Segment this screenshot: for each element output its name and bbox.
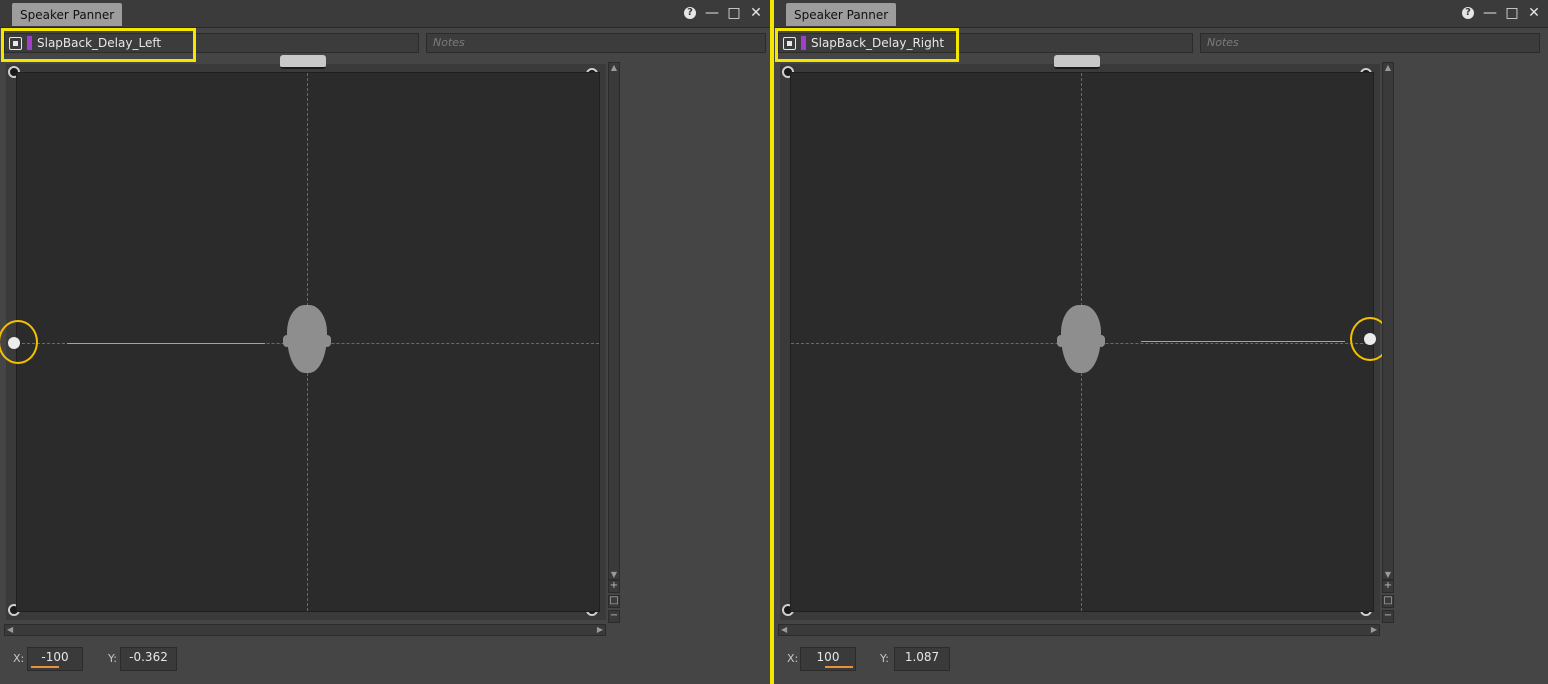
window-controls: ? — □ ✕ [682,4,764,22]
speaker-panner-right: Speaker Panner ? — □ ✕ SlapBack_Delay_Ri… [774,0,1548,684]
panel-titlebar: Speaker Panner ? — □ ✕ [0,0,770,28]
y-value-field[interactable]: -0.362 [120,647,177,671]
center-speaker-icon [1054,55,1100,69]
scroll-down-icon[interactable]: ▼ [609,570,619,579]
track-color-swatch [27,36,32,50]
listener-head-icon [1057,305,1105,373]
track-color-swatch [801,36,806,50]
zoom-out-button[interactable]: − [1382,610,1394,623]
panner-area [780,55,1390,620]
maximize-icon[interactable]: □ [726,5,742,21]
notes-input[interactable]: Notes [1200,33,1540,53]
panel-titlebar: Speaker Panner ? — □ ✕ [774,0,1548,28]
source-handle[interactable] [8,337,20,349]
scroll-down-icon[interactable]: ▼ [1383,570,1393,579]
vertical-scrollbar[interactable]: ▲ ▼ [1382,62,1394,580]
x-value-bar [31,666,59,668]
zoom-fit-button[interactable]: □ [1382,595,1394,608]
help-icon[interactable]: ? [682,5,698,21]
track-toolbar: SlapBack_Delay_Right Notes [774,28,1548,62]
close-icon[interactable]: ✕ [748,5,764,21]
track-name-field[interactable]: SlapBack_Delay_Right [778,33,1193,53]
maximize-icon[interactable]: □ [1504,5,1520,21]
minimize-icon[interactable]: — [1482,5,1498,21]
y-value-field[interactable]: 1.087 [894,647,950,671]
panner-grid[interactable] [790,72,1374,612]
scroll-up-icon[interactable]: ▲ [609,63,619,72]
y-label: Y: [880,652,889,665]
panel-tab[interactable]: Speaker Panner [12,3,123,26]
panner-area [0,55,606,620]
track-name: SlapBack_Delay_Right [811,36,945,50]
help-icon[interactable]: ? [1460,5,1476,21]
x-value-bar [825,666,853,668]
window-controls: ? — □ ✕ [1460,4,1542,22]
horizontal-scrollbar[interactable]: ◀ ▶ [778,624,1380,636]
scroll-right-icon[interactable]: ▶ [1371,625,1377,635]
x-value-field[interactable]: 100 [800,647,856,671]
vertical-scrollbar[interactable]: ▲ ▼ [608,62,620,580]
x-value-field[interactable]: -100 [27,647,83,671]
x-label: X: [13,652,25,665]
source-handle[interactable] [1364,333,1376,345]
zoom-out-button[interactable]: − [608,610,620,623]
horizontal-scrollbar[interactable]: ◀ ▶ [4,624,606,636]
listener-head-icon [283,305,331,373]
y-value: 1.087 [904,650,940,664]
zoom-in-button[interactable]: + [608,580,620,593]
plugin-icon[interactable] [783,37,796,50]
zoom-in-button[interactable]: + [1382,580,1394,593]
plugin-icon[interactable] [9,37,22,50]
x-label: X: [787,652,799,665]
track-name: SlapBack_Delay_Left [37,36,162,50]
scroll-right-icon[interactable]: ▶ [597,625,603,635]
minimize-icon[interactable]: — [704,5,720,21]
scroll-left-icon[interactable]: ◀ [781,625,787,635]
y-value: -0.362 [129,650,168,664]
panner-grid[interactable] [16,72,600,612]
source-vector-line [1141,341,1345,342]
zoom-fit-button[interactable]: □ [608,595,620,608]
zoom-controls: + □ − [608,580,620,625]
source-vector-line [67,343,265,344]
scroll-left-icon[interactable]: ◀ [7,625,13,635]
y-label: Y: [108,652,117,665]
track-name-field[interactable]: SlapBack_Delay_Left [4,33,419,53]
close-icon[interactable]: ✕ [1526,5,1542,21]
zoom-controls: + □ − [1382,580,1394,625]
scroll-up-icon[interactable]: ▲ [1383,63,1393,72]
speaker-panner-left: Speaker Panner ? — □ ✕ SlapBack_Delay_Le… [0,0,770,684]
track-toolbar: SlapBack_Delay_Left Notes [0,28,770,62]
x-value: 100 [816,650,840,664]
panel-tab[interactable]: Speaker Panner [786,3,897,26]
x-value: -100 [41,650,69,664]
center-speaker-icon [280,55,326,69]
notes-input[interactable]: Notes [426,33,766,53]
